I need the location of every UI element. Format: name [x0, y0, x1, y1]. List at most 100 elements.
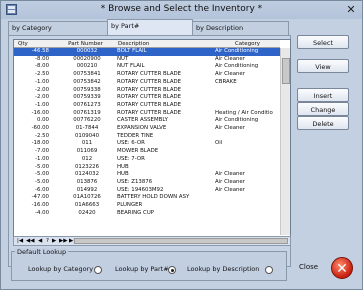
table-row[interactable]: -1.00 00761273 ROTARY CUTTER BLADE: [14, 102, 280, 110]
cell-description: BATTERY HOLD DOWN ASY: [117, 194, 190, 201]
table-row[interactable]: -5.00 0124032 HUB Air Cleaner: [14, 171, 280, 179]
lookup-by-category-label[interactable]: Lookup by Category: [28, 265, 93, 273]
nav-page-indicator: ?: [46, 238, 49, 244]
insert-button[interactable]: Insert: [297, 88, 349, 102]
cell-qty: -60.00: [31, 125, 49, 131]
cell-category: Air Cleaner: [215, 125, 245, 131]
cell-part-number: 02420: [78, 209, 96, 216]
cell-description: USE: 6-OR: [117, 140, 145, 147]
cell-description: ROTARY CUTTER BLADE: [117, 78, 182, 85]
cell-category: Air Cleaner: [215, 186, 245, 193]
window-title: * Browse and Select the Inventory *: [100, 4, 263, 14]
close-label[interactable]: Close: [299, 263, 318, 271]
table-row[interactable]: -16.00 01A6663 PLUNGER: [14, 202, 280, 210]
change-button[interactable]: Change: [297, 102, 349, 116]
close-icon[interactable]: ✕: [331, 257, 353, 279]
cell-qty: -5.00: [35, 163, 49, 170]
cell-part-number: 0109040: [74, 132, 99, 139]
lookup-by-category-radio[interactable]: [94, 266, 102, 274]
cell-part-number: 011: [81, 140, 93, 147]
cell-description: USE: 194603M92: [117, 186, 164, 193]
grid-vertical-scrollbar[interactable]: [280, 48, 290, 235]
table-row[interactable]: -47.00 01A10726 BATTERY HOLD DOWN ASY: [14, 194, 280, 202]
table-row[interactable]: -46.58 000032 BOLT FLAIL Air Conditioning: [14, 48, 280, 56]
tab-by-category[interactable]: by Category: [8, 21, 108, 35]
table-row[interactable]: -7.00 011069 MOWER BLADE: [14, 148, 280, 156]
table-row[interactable]: -5.00 013876 USE: Z13876 Air Cleaner: [14, 179, 280, 187]
vertical-scroll-thumb[interactable]: [282, 58, 290, 84]
table-row[interactable]: -4.00 02420 BEARING CUP: [14, 210, 280, 218]
table-row[interactable]: -16.00 00761319 ROTARY CUTTER BLADE Heating…: [14, 110, 280, 118]
tab-by-description[interactable]: by Description: [192, 21, 289, 35]
cell-qty: -2.50: [35, 132, 49, 139]
cell-part-number: 01A10726: [73, 194, 101, 201]
cell-part-number: 01-7844: [75, 125, 99, 131]
cell-qty: -5.00: [35, 178, 49, 185]
col-header-description[interactable]: Description: [117, 40, 215, 48]
cell-description: CASTER ASSEMBLY: [117, 117, 168, 124]
cell-part-number: 00776220: [73, 117, 101, 124]
table-row[interactable]: -18.00 011 USE: 6-OR Oil: [14, 140, 280, 148]
nav-first-icon[interactable]: |◀: [17, 237, 23, 245]
window-close-icon[interactable]: ✕: [344, 3, 358, 16]
cell-part-number: 00759338: [73, 86, 101, 93]
cell-part-number: 0124032: [74, 171, 99, 178]
inventory-grid[interactable]: Qty Part Number Description Category -46…: [13, 39, 291, 237]
table-row[interactable]: -2.50 00753841 ROTARY CUTTER BLADE Air Clea…: [14, 71, 280, 79]
grid-navigator: |◀ ◀◀ ◀ ? ▶ ▶▶ ▶|: [13, 236, 291, 246]
cell-description: ROTARY CUTTER BLADE: [117, 101, 182, 108]
cell-part-number: 0123226: [74, 163, 99, 170]
cell-qty: -4.00: [35, 209, 49, 216]
delete-button[interactable]: Delete: [297, 116, 349, 130]
grid-horizontal-scrollbar[interactable]: [74, 238, 288, 244]
cell-description: USE: Z13876: [117, 178, 153, 185]
table-row[interactable]: -60.00 01-7844 EXPANSION VALVE Air Cleaner: [14, 125, 280, 133]
lookup-by-description-radio[interactable]: [265, 266, 273, 274]
cell-description: ROTARY CUTTER BLADE: [117, 86, 182, 93]
nav-next-page-icon[interactable]: ▶▶: [59, 237, 67, 245]
table-row[interactable]: -1.00 00753842 ROTARY CUTTER BLADE CBRAKE: [14, 79, 280, 87]
view-button[interactable]: View: [297, 59, 349, 73]
table-row[interactable]: -2.00 00759339 ROTARY CUTTER BLADE: [14, 94, 280, 102]
col-header-part-number[interactable]: Part Number: [54, 40, 117, 48]
nav-prev-page-icon[interactable]: ◀◀: [26, 237, 34, 245]
cell-qty: 0.00: [36, 117, 49, 124]
table-row[interactable]: -2.50 0109040 TEDDER TINE: [14, 133, 280, 141]
cell-part-number: 011069: [76, 148, 98, 155]
cell-description: EXPANSION VALVE: [117, 125, 167, 131]
table-row[interactable]: -2.00 00759338 ROTARY CUTTER BLADE: [14, 87, 280, 95]
lookup-by-description-label[interactable]: Lookup by Description: [187, 265, 259, 273]
lookup-by-part-radio[interactable]: [168, 266, 176, 274]
table-row[interactable]: -8.00 000210 NUT FLAIL Air Conditioning: [14, 63, 280, 71]
cell-description: ROTARY CUTTER BLADE: [117, 109, 182, 116]
table-row[interactable]: -8.00 00020900 NUT Air Cleaner: [14, 56, 280, 64]
cell-description: ROTARY CUTTER BLADE: [117, 71, 182, 78]
cell-qty: -46.58: [31, 48, 49, 54]
cell-part-number: 000032: [76, 48, 98, 54]
cell-category: Air Cleaner: [215, 55, 245, 62]
cell-part-number: 01A6663: [74, 202, 100, 208]
table-row[interactable]: 0.00 00776220 CASTER ASSEMBLY Air Condition…: [14, 117, 280, 125]
col-header-category[interactable]: Category: [215, 40, 280, 48]
title-bar: * Browse and Select the Inventory * ✕: [1, 1, 362, 19]
cell-description: HUB: [117, 163, 129, 170]
col-header-qty[interactable]: Qty: [14, 40, 54, 48]
nav-prev-icon[interactable]: ◀: [38, 237, 42, 245]
cell-description: USE: 7-OR: [117, 155, 145, 162]
cell-category: Air Cleaner: [215, 171, 245, 178]
cell-qty: -1.00: [35, 78, 49, 85]
cell-qty: -18.00: [31, 140, 49, 147]
table-row[interactable]: -6.00 014992 USE: 194603M92 Air Cleaner: [14, 187, 280, 195]
cell-qty: -47.00: [31, 194, 49, 201]
table-row[interactable]: -5.00 0123226 HUB: [14, 164, 280, 172]
cell-category: Air Conditioning: [215, 48, 259, 54]
nav-next-icon[interactable]: ▶: [52, 237, 56, 245]
cell-category: Air Cleaner: [215, 178, 245, 185]
table-row[interactable]: -1.00 012 USE: 7-OR: [14, 156, 280, 164]
cell-part-number: 00020900: [73, 55, 101, 62]
cell-qty: -16.00: [31, 109, 49, 116]
lookup-by-part-label[interactable]: Lookup by Part#: [115, 265, 169, 273]
tab-by-part[interactable]: by Part#: [107, 19, 193, 35]
select-button[interactable]: Select: [297, 35, 349, 49]
cell-description: BEARING CUP: [117, 209, 155, 216]
